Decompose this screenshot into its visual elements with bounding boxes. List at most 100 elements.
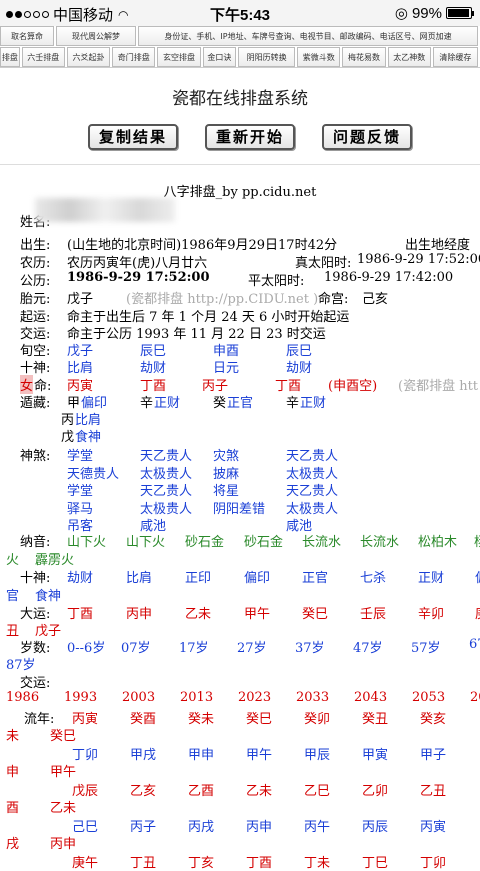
liunian-value: 甲申 bbox=[188, 748, 215, 763]
nav-link[interactable]: 取名算命 bbox=[0, 26, 54, 46]
liunian-value: 庚午 bbox=[72, 856, 99, 871]
nav-link[interactable]: 玄空排盘 bbox=[157, 47, 201, 67]
canggan-god: 食神 bbox=[75, 430, 102, 445]
shensha-item: 天乙贵人 bbox=[286, 484, 339, 499]
liunian-value: 申 bbox=[6, 765, 20, 780]
copy-result-button[interactable]: 复制结果 bbox=[88, 124, 178, 150]
liunian-value: 癸亥 bbox=[420, 712, 447, 727]
year-value: 2023 bbox=[238, 690, 272, 705]
age-value: 87岁 bbox=[6, 658, 36, 673]
year-value: 2033 bbox=[296, 690, 330, 705]
minggong-label: 命宫: bbox=[318, 292, 349, 307]
restart-button[interactable]: 重新开始 bbox=[205, 124, 295, 150]
liunian-value: 乙丑 bbox=[420, 784, 447, 799]
shensha-item: 阴阳差错 bbox=[213, 501, 266, 517]
nayin-value: 长流水 bbox=[302, 535, 342, 550]
year-value: 2003 bbox=[122, 690, 156, 705]
liunian-value: 癸酉 bbox=[130, 712, 157, 727]
liunian-value: 癸巳 bbox=[246, 712, 273, 727]
watermark: (瓷都排盘 http://pp.CIDU.net ) bbox=[126, 292, 319, 307]
dayun-value: 癸巳 bbox=[302, 607, 329, 622]
liunian-value: 甲午 bbox=[246, 748, 273, 763]
liunian-value: 乙酉 bbox=[188, 784, 215, 799]
nav-link[interactable]: 清除缓存 bbox=[432, 47, 479, 67]
liunian-value: 丁巳 bbox=[362, 856, 389, 871]
liunian-value: 乙巳 bbox=[304, 784, 331, 799]
dayun-shishen-value: 正印 bbox=[185, 571, 212, 586]
nayin-value: 长流水 bbox=[360, 535, 400, 550]
dayun-shishen-value: 正官 bbox=[302, 571, 329, 586]
liunian-value: 丁卯 bbox=[420, 856, 447, 871]
liunian-value: 丁丑 bbox=[130, 856, 157, 871]
born-longitude: 出生地经度 bbox=[405, 238, 471, 253]
age-value: 27岁 bbox=[237, 641, 267, 656]
dayun-value: 丁酉 bbox=[67, 607, 94, 622]
nav-link[interactable]: 紫微斗数 bbox=[297, 47, 341, 67]
dayun-shishen-value: 偏 bbox=[475, 567, 480, 586]
watermark-2: (瓷都排盘 htt bbox=[398, 379, 479, 394]
dayun-shishen-value: 官 bbox=[6, 589, 20, 604]
true-solar-value: 1986-9-29 17:52:00 bbox=[357, 252, 480, 267]
liunian-value: 丙子 bbox=[130, 820, 157, 835]
jiaoyun2-label: 交运: bbox=[20, 676, 51, 691]
taiyuan-value: 戊子 bbox=[67, 292, 94, 307]
liunian-value: 癸巳 bbox=[50, 729, 77, 744]
nav-link[interactable]: 阴阳历转换 bbox=[238, 47, 296, 67]
nayin-value: 山下火 bbox=[67, 535, 107, 550]
dayun-shishen-value: 劫财 bbox=[67, 571, 94, 586]
canggan-god: 正财 bbox=[300, 396, 327, 411]
shensha-item: 学堂 bbox=[67, 449, 94, 464]
shishen-label: 十神: bbox=[20, 361, 51, 376]
liunian-value: 丙申 bbox=[50, 837, 77, 852]
nav-link[interactable]: 奇门排盘 bbox=[112, 47, 156, 67]
shensha-item: 披麻 bbox=[213, 466, 240, 482]
nav-link[interactable]: 现代周公解梦 bbox=[56, 26, 136, 46]
liunian-value: 乙亥 bbox=[130, 784, 157, 799]
battery-percent: 99% bbox=[411, 4, 442, 22]
nav-link[interactable]: 金口诀 bbox=[202, 47, 237, 67]
nav-link[interactable]: 六壬排盘 bbox=[21, 47, 65, 67]
shensha-item: 太极贵人 bbox=[140, 466, 193, 482]
age-value: 47岁 bbox=[353, 641, 383, 656]
nav-row-2: 排盘 六壬排盘 六爻起卦 奇门排盘 玄空排盘 金口诀 阴阳历转换 紫微斗数 梅花易数 太乙神数 清除… bbox=[0, 47, 480, 67]
dayun-value: 戊子 bbox=[35, 624, 62, 639]
liunian-value: 丙申 bbox=[246, 820, 273, 835]
nayin-value: 杨柳 bbox=[474, 531, 480, 550]
year-value: 2013 bbox=[180, 690, 214, 705]
lunar-label: 农历: bbox=[20, 256, 51, 271]
canggan-label: 遁藏: bbox=[20, 396, 51, 411]
nav-link[interactable]: 太乙神数 bbox=[387, 47, 431, 67]
nav-link[interactable]: 身份证、手机、IP地址、车牌号查询、电视节目、邮政编码、电话区号、网页加速 bbox=[138, 26, 478, 46]
liunian-value: 乙卯 bbox=[362, 784, 389, 799]
dayun-shishen-value: 正财 bbox=[418, 571, 445, 586]
liunian-value: 甲午 bbox=[50, 765, 77, 780]
dayun-shishen-value: 偏印 bbox=[244, 571, 271, 586]
status-bar: 中国移动 ◠ 下午5:43 ◎ 99% bbox=[0, 0, 480, 26]
shishen-value: 日元 bbox=[213, 361, 240, 376]
shishen-value: 比肩 bbox=[67, 361, 94, 376]
liunian-value: 丁亥 bbox=[188, 856, 215, 871]
dayun-value: 辛卯 bbox=[418, 607, 445, 622]
age-value: 37岁 bbox=[295, 641, 325, 656]
year-value: 1986 bbox=[6, 690, 40, 705]
nayin-value: 砂石金 bbox=[244, 535, 284, 550]
age-value: 67 bbox=[469, 637, 480, 652]
shishen-value: 劫财 bbox=[286, 361, 313, 376]
shensha-item: 天乙贵人 bbox=[286, 449, 339, 464]
dayun-value: 甲午 bbox=[244, 607, 271, 622]
solar-label: 公历: bbox=[20, 274, 51, 289]
nav-link[interactable]: 梅花易数 bbox=[342, 47, 386, 67]
shensha-label: 神煞: bbox=[20, 449, 51, 464]
dayun-value: 丑 bbox=[6, 624, 20, 639]
nayin-value: 火 bbox=[6, 553, 20, 568]
year-value: 2053 bbox=[412, 690, 446, 705]
shishen-value: 劫财 bbox=[140, 361, 167, 376]
true-solar-label: 真太阳时: bbox=[295, 256, 352, 271]
liunian-value: 丙寅 bbox=[420, 820, 447, 835]
age-value: 07岁 bbox=[121, 641, 151, 656]
feedback-button[interactable]: 问题反馈 bbox=[322, 124, 412, 150]
nav-bar: 取名算命 现代周公解梦 身份证、手机、IP地址、车牌号查询、电视节目、邮政编码、电话… bbox=[0, 26, 480, 68]
nav-link[interactable]: 六爻起卦 bbox=[66, 47, 111, 67]
nav-link[interactable]: 排盘 bbox=[0, 47, 20, 67]
lunar-value: 农历丙寅年(虎)八月廿六 bbox=[67, 256, 208, 271]
